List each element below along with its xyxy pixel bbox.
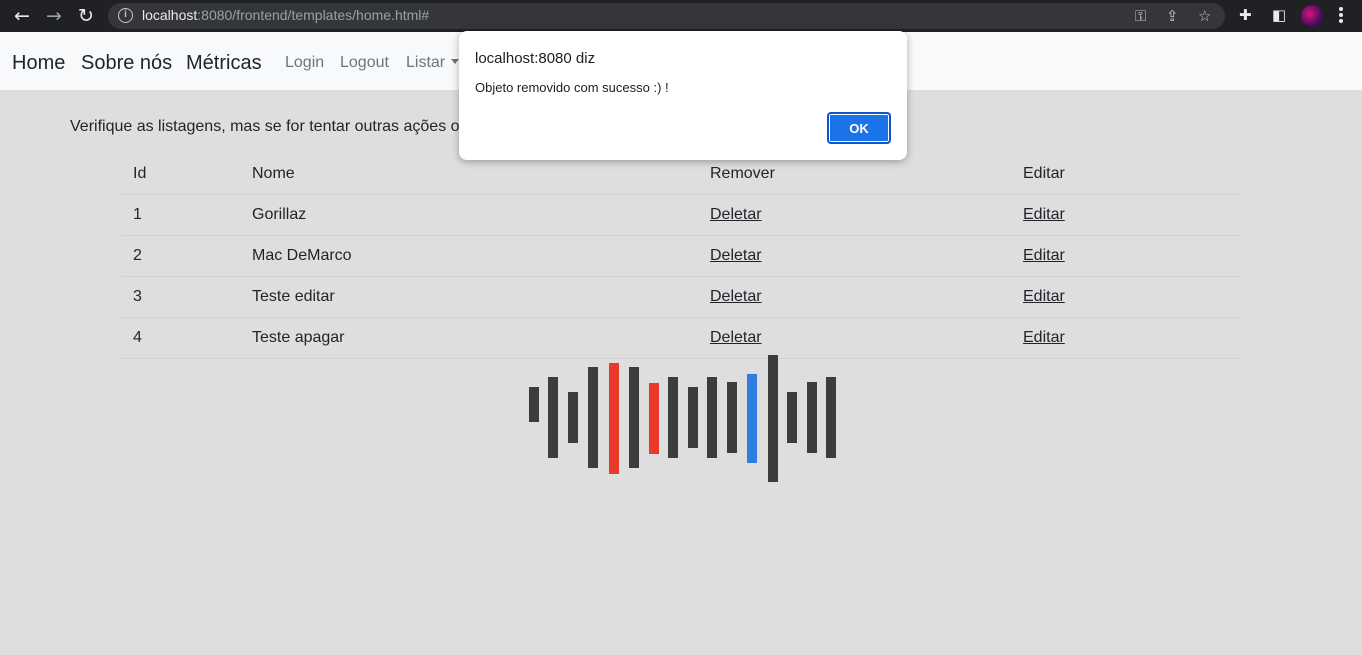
- url-text[interactable]: localhost:8080/frontend/templates/home.h…: [142, 7, 429, 23]
- star-icon[interactable]: ☆: [1198, 7, 1211, 25]
- nav-list-dropdown[interactable]: Listar: [406, 54, 460, 72]
- logo-bar: [747, 374, 757, 463]
- reload-icon[interactable]: ↻: [75, 5, 97, 27]
- row-name: Teste editar: [252, 288, 335, 305]
- logo-bar: [787, 392, 797, 443]
- back-icon[interactable]: ←: [11, 5, 33, 27]
- delete-link[interactable]: Deletar: [710, 247, 762, 265]
- address-bar[interactable]: i localhost:8080/frontend/templates/home…: [108, 3, 1225, 29]
- logo-bar: [649, 383, 659, 454]
- alert-dialog: localhost:8080 diz Objeto removido com s…: [459, 31, 907, 160]
- header-edit: Editar: [1023, 165, 1065, 182]
- nav-login[interactable]: Login: [285, 54, 324, 72]
- table-row: 4 Teste apagar Deletar Editar: [122, 318, 1240, 359]
- logo-bar: [826, 377, 836, 458]
- dialog-message: Objeto removido com sucesso :) !: [475, 80, 669, 95]
- table-row: 1 Gorillaz Deletar Editar: [122, 195, 1240, 236]
- url-host: localhost: [142, 7, 198, 23]
- logo-bar: [807, 382, 817, 453]
- row-id: 3: [133, 288, 142, 305]
- logo-bar: [568, 392, 578, 443]
- chevron-down-icon: [451, 59, 460, 64]
- delete-link[interactable]: Deletar: [710, 206, 762, 224]
- ok-button[interactable]: OK: [827, 112, 891, 144]
- forward-icon[interactable]: →: [43, 5, 65, 27]
- delete-link[interactable]: Deletar: [710, 288, 762, 306]
- soundwave-logo: [528, 354, 840, 484]
- sidepanel-icon[interactable]: ◧: [1272, 5, 1286, 25]
- logo-bar: [588, 367, 598, 468]
- share-icon[interactable]: ⇪: [1166, 7, 1179, 25]
- table-row: 3 Teste editar Deletar Editar: [122, 277, 1240, 318]
- edit-link[interactable]: Editar: [1023, 288, 1065, 306]
- logo-bar: [609, 363, 619, 474]
- profile-avatar[interactable]: [1301, 5, 1323, 27]
- table-header-row: Id Nome Remover Editar: [122, 154, 1240, 195]
- row-id: 4: [133, 329, 142, 346]
- logo-bar: [727, 382, 737, 453]
- nav-list-label: Listar: [406, 54, 446, 71]
- logo-bar: [668, 377, 678, 458]
- info-icon[interactable]: i: [118, 8, 133, 23]
- items-table: Id Nome Remover Editar 1 Gorillaz Deleta…: [122, 154, 1240, 359]
- logo-bar: [529, 387, 539, 422]
- header-name: Nome: [252, 165, 295, 182]
- row-name: Mac DeMarco: [252, 247, 352, 264]
- dialog-title: localhost:8080 diz: [475, 50, 596, 67]
- delete-link[interactable]: Deletar: [710, 329, 762, 347]
- header-id: Id: [133, 165, 147, 182]
- logo-bar: [629, 367, 639, 468]
- logo-bar: [768, 355, 778, 482]
- nav-metrics[interactable]: Métricas: [186, 52, 262, 75]
- edit-link[interactable]: Editar: [1023, 247, 1065, 265]
- notice-text: Verifique as listagens, mas se for tenta…: [70, 118, 468, 135]
- row-name: Gorillaz: [252, 206, 307, 223]
- nav-about[interactable]: Sobre nós: [81, 52, 172, 75]
- row-id: 1: [133, 206, 142, 223]
- nav-logout[interactable]: Logout: [340, 54, 389, 72]
- nav-home[interactable]: Home: [12, 52, 65, 75]
- row-name: Teste apagar: [252, 329, 345, 346]
- edit-link[interactable]: Editar: [1023, 206, 1065, 224]
- logo-bar: [548, 377, 558, 458]
- key-icon[interactable]: ⚿: [1135, 7, 1146, 25]
- extensions-icon[interactable]: ✚: [1239, 5, 1252, 25]
- logo-bar: [707, 377, 717, 458]
- browser-toolbar: ← → ↻ i localhost:8080/frontend/template…: [0, 0, 1362, 32]
- row-id: 2: [133, 247, 142, 264]
- url-path: :8080/frontend/templates/home.html#: [197, 7, 430, 23]
- logo-bar: [688, 387, 698, 448]
- header-remove: Remover: [710, 165, 775, 182]
- edit-link[interactable]: Editar: [1023, 329, 1065, 347]
- table-row: 2 Mac DeMarco Deletar Editar: [122, 236, 1240, 277]
- menu-icon[interactable]: [1338, 6, 1344, 26]
